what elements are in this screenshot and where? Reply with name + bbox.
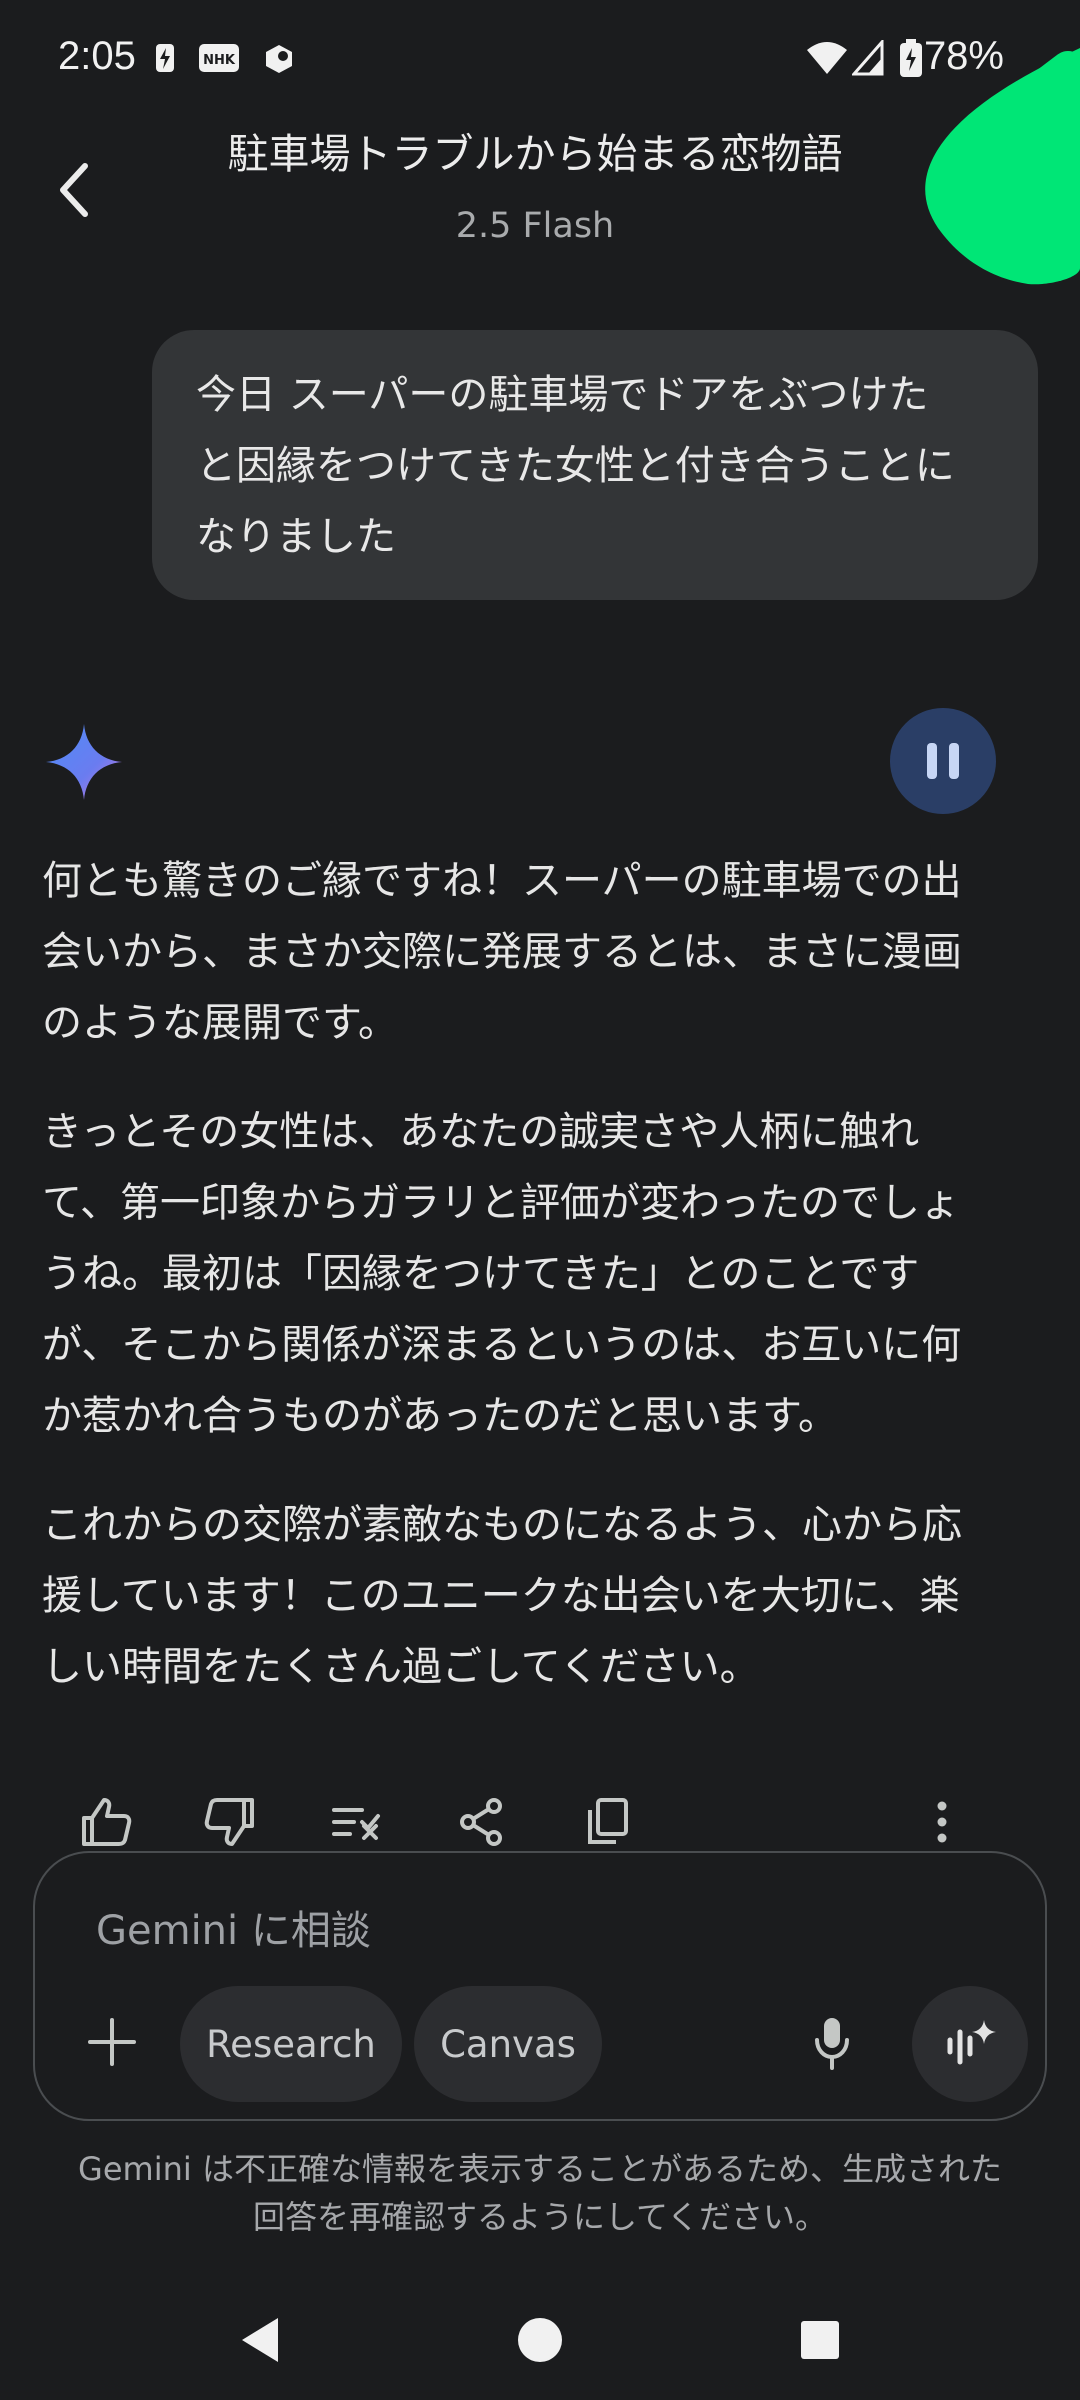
research-chip[interactable]: Research — [180, 1986, 402, 2102]
nav-home-circle-icon — [518, 2318, 562, 2362]
share-icon — [460, 1798, 502, 1846]
gemini-live-button[interactable] — [912, 1986, 1028, 2102]
user-message-line: と因縁をつけてきた女性と付き合うことに — [196, 443, 955, 489]
response-line: うね。最初は「因縁をつけてきた」とのことです — [42, 1251, 920, 1297]
microphone-button[interactable] — [800, 2006, 864, 2082]
response-line: これからの交際が素敵なものになるよう、心から応 — [42, 1502, 962, 1548]
model-selector[interactable]: 2.5 Flash — [150, 206, 920, 246]
prompt-input-placeholder[interactable]: Gemini に相談 — [96, 1898, 371, 1956]
microphone-icon — [815, 2018, 849, 2070]
charging-bolt-icon — [156, 44, 174, 72]
share-button[interactable] — [450, 1790, 514, 1854]
response-line: て、第一印象からガラリと評価が変わったのでしょ — [42, 1180, 960, 1226]
copy-icon — [588, 1798, 628, 1844]
nav-back-button[interactable] — [220, 2300, 300, 2380]
response-line: が、そこから関係が深まるというのは、お互いに何 — [42, 1322, 962, 1368]
back-button[interactable] — [40, 150, 110, 230]
response-line: 何とも驚きのご縁ですね！スーパーの駐車場での出 — [42, 858, 962, 904]
disclaimer-line: 回答を再確認するようにしてください。 — [252, 2198, 828, 2236]
nhk-icon: NHK — [199, 44, 239, 72]
more-vert-icon — [937, 1801, 947, 1843]
thumbs-down-button[interactable] — [198, 1790, 262, 1854]
response-line: しい時間をたくさん過ごしてください。 — [42, 1644, 760, 1690]
nav-home-button[interactable] — [500, 2300, 580, 2380]
nav-back-triangle-icon — [242, 2318, 278, 2362]
add-attachment-button[interactable] — [80, 2010, 144, 2074]
response-line: のような展開です。 — [42, 1000, 398, 1046]
more-options-button[interactable] — [910, 1790, 974, 1854]
response-paragraph: 何とも驚きのご縁ですね！スーパーの駐車場での出 会いから、まさか交際に発展すると… — [42, 846, 1042, 1059]
response-line: か惹かれ合うものがあったのだと思います。 — [42, 1393, 838, 1439]
thumbs-up-button[interactable] — [74, 1790, 138, 1854]
chat-title[interactable]: 駐車場トラブルから始まる恋物語 — [150, 120, 920, 180]
response-paragraph: これからの交際が素敵なものになるよう、心から応 援しています！このユニークな出会… — [42, 1490, 1042, 1703]
thumbs-down-icon — [204, 1798, 254, 1846]
gemini-sparkle-icon — [46, 724, 122, 800]
live-waveform-icon — [947, 2020, 996, 2065]
pause-icon-bar — [949, 743, 959, 779]
modify-response-button[interactable] — [324, 1790, 388, 1854]
plus-icon — [88, 2018, 136, 2066]
user-message-line: 今日 スーパーの駐車場でドアをぶつけた — [196, 372, 929, 418]
highlight-marker-scribble — [925, 48, 1080, 285]
pause-icon — [927, 743, 937, 779]
thumbs-up-icon — [82, 1798, 132, 1846]
user-message-bubble[interactable]: 今日 スーパーの駐車場でドアをぶつけた と因縁をつけてきた女性と付き合うことに … — [152, 330, 1038, 600]
disclaimer-line: Gemini は不正確な情報を表示することがあるため、生成された — [78, 2150, 1002, 2188]
pause-read-aloud-button[interactable] — [890, 708, 996, 814]
modify-response-icon — [332, 1808, 380, 1840]
status-time: 2:05 — [58, 34, 136, 78]
gemini-response: 何とも驚きのご縁ですね！スーパーの駐車場での出 会いから、まさか交際に発展すると… — [42, 846, 1042, 1741]
nav-recents-square-icon — [801, 2321, 839, 2359]
copy-button[interactable] — [576, 1790, 640, 1854]
wifi-icon — [807, 42, 847, 74]
disclaimer-text: Gemini は不正確な情報を表示することがあるため、生成された 回答を再確認す… — [60, 2145, 1020, 2241]
canvas-chip[interactable]: Canvas — [414, 1986, 602, 2102]
response-line: きっとその女性は、あなたの誠実さや人柄に触れ — [42, 1109, 920, 1155]
nav-recents-button[interactable] — [780, 2300, 860, 2380]
back-arrow-icon — [60, 163, 88, 217]
svg-text:NHK: NHK — [203, 53, 236, 68]
response-paragraph: きっとその女性は、あなたの誠実さや人柄に触れ て、第一印象からガラリと評価が変わ… — [42, 1097, 1042, 1452]
user-message-line: なりました — [196, 514, 396, 560]
app-notification-icon — [266, 45, 292, 73]
response-line: 援しています！このユニークな出会いを大切に、楽 — [42, 1573, 960, 1619]
response-line: 会いから、まさか交際に発展するとは、まさに漫画 — [42, 929, 962, 975]
cell-signal-icon — [852, 40, 884, 76]
